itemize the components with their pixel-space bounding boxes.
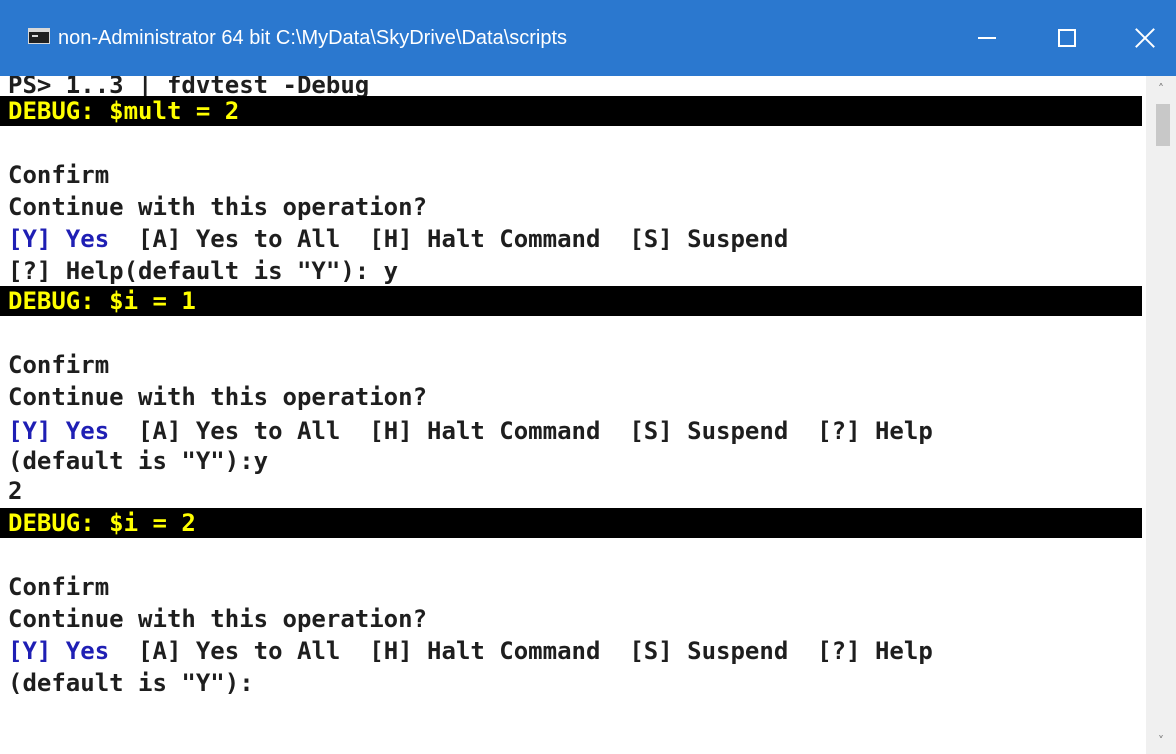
confirm-question: Continue with this operation? (8, 605, 428, 633)
debug-text: DEBUG: $mult = 2 (8, 97, 240, 125)
debug-line: DEBUG: $i = 2 (0, 508, 1142, 538)
confirm-options: [Y] Yes [A] Yes to All [H] Halt Command … (8, 416, 933, 446)
minimize-icon (978, 37, 996, 39)
vertical-scrollbar[interactable]: ˄ ˅ (1146, 76, 1176, 754)
confirm-question: Continue with this operation? (8, 193, 428, 221)
debug-text: DEBUG: $i = 1 (8, 287, 196, 315)
scrollbar-thumb[interactable] (1156, 104, 1170, 146)
debug-line: DEBUG: $mult = 2 (0, 96, 1142, 126)
console-output[interactable]: PS> 1..3 | fdvtest -Debug DEBUG: $mult =… (0, 76, 1146, 754)
yes-option: [Y] Yes (8, 225, 110, 253)
scroll-up-arrow-icon[interactable]: ˄ (1146, 76, 1176, 102)
default-prompt: (default is "Y"):y (8, 447, 269, 475)
minimize-button[interactable] (956, 0, 1018, 76)
confirm-heading: Confirm (8, 351, 110, 379)
yes-option: [Y] Yes (8, 637, 110, 665)
close-button[interactable] (1114, 0, 1176, 76)
default-prompt: (default is "Y"): (8, 669, 254, 697)
confirm-heading: Confirm (8, 573, 110, 601)
scroll-down-arrow-icon[interactable]: ˅ (1146, 728, 1176, 754)
window-title: non-Administrator 64 bit C:\MyData\SkyDr… (58, 27, 568, 49)
confirm-options: [Y] Yes [A] Yes to All [H] Halt Command … (8, 636, 933, 666)
confirm-question: Continue with this operation? (8, 383, 428, 411)
console-window: non-Administrator 64 bit C:\MyData\SkyDr… (0, 0, 1176, 754)
confirm-options: [Y] Yes [A] Yes to All [H] Halt Command … (8, 224, 788, 254)
title-bar[interactable]: non-Administrator 64 bit C:\MyData\SkyDr… (0, 0, 1176, 76)
help-prompt: [?] Help(default is "Y"): y (8, 257, 399, 285)
debug-line: DEBUG: $i = 1 (0, 286, 1142, 316)
output-value: 2 (8, 477, 23, 505)
debug-text: DEBUG: $i = 2 (8, 509, 196, 537)
maximize-button[interactable] (1036, 0, 1098, 76)
yes-option: [Y] Yes (8, 417, 110, 445)
maximize-icon (1058, 29, 1076, 47)
confirm-heading: Confirm (8, 161, 110, 189)
close-icon (1134, 27, 1156, 49)
console-app-icon (28, 28, 50, 44)
other-options: [A] Yes to All [H] Halt Command [S] Susp… (109, 637, 933, 665)
other-options: [A] Yes to All [H] Halt Command [S] Susp… (109, 417, 933, 445)
other-options: [A] Yes to All [H] Halt Command [S] Susp… (109, 225, 789, 253)
